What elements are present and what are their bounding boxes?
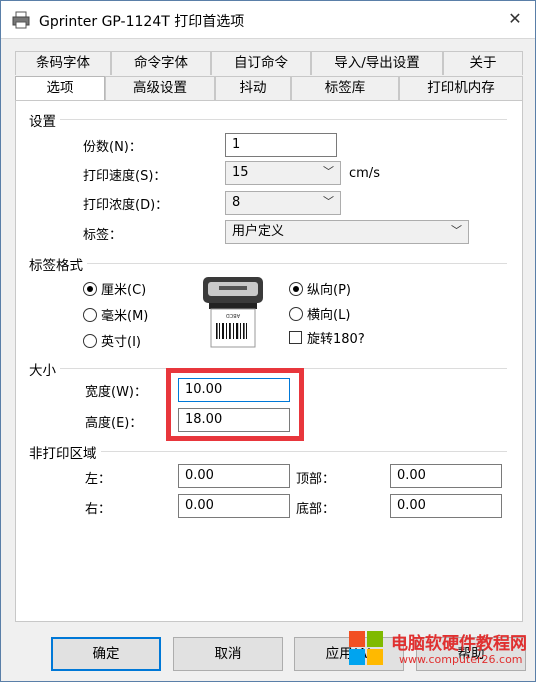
label-printer-preview-icon: ABCD (203, 277, 263, 348)
print-speed-select[interactable]: 15 ﹀ (225, 161, 341, 185)
label-type-label: 标签： (83, 228, 123, 243)
ok-button[interactable]: 确定 (51, 637, 161, 671)
print-speed-label: 打印速度(S)： (83, 169, 167, 184)
title-bar: Gprinter GP-1124T 打印首选项 ✕ (1, 1, 535, 39)
checkbox-indicator (289, 331, 302, 344)
left-margin-label: 左： (85, 472, 112, 487)
print-speed-value: 15 (232, 165, 249, 180)
tab-printer-memory[interactable]: 打印机内存 (399, 76, 523, 100)
speed-unit: cm/s (349, 166, 380, 181)
tab-barcode-font[interactable]: 条码字体 (15, 51, 111, 75)
label-format-group-title: 标签格式 (29, 254, 87, 274)
orientation-landscape-radio[interactable]: 横向(L) (289, 304, 350, 323)
chevron-down-icon: ﹀ (451, 224, 462, 237)
radio-indicator (83, 333, 97, 348)
tab-custom-command[interactable]: 自订命令 (211, 51, 311, 75)
cancel-button[interactable]: 取消 (173, 637, 283, 671)
unit-inch-radio[interactable]: 英寸(I) (83, 331, 141, 350)
label-type-value: 用户定义 (232, 224, 285, 239)
watermark-url: www.computer26.com (399, 653, 523, 666)
copies-label: 份数(N)： (83, 140, 142, 155)
tab-options[interactable]: 选项 (15, 76, 105, 100)
label-sample-text: ABCD (226, 312, 240, 318)
unit-mm-radio[interactable]: 毫米(M) (83, 305, 148, 324)
nonprint-group-title: 非打印区域 (29, 442, 101, 462)
label-type-select[interactable]: 用户定义 ﹀ (225, 220, 469, 244)
tab-dithering[interactable]: 抖动 (215, 76, 291, 100)
annotation-highlight-box (166, 368, 304, 441)
settings-group-title: 设置 (29, 110, 60, 130)
nonprint-group-divider (29, 451, 507, 452)
right-margin-input[interactable]: 0.00 (178, 494, 290, 518)
bottom-margin-label: 底部： (296, 502, 336, 517)
tab-command-font[interactable]: 命令字体 (111, 51, 211, 75)
tab-about[interactable]: 关于 (443, 51, 523, 75)
tab-advanced-settings[interactable]: 高级设置 (105, 76, 215, 100)
unit-cm-radio[interactable]: 厘米(C) (83, 279, 146, 298)
watermark-text: 电脑软硬件教程网 (391, 634, 527, 654)
tab-import-export[interactable]: 导入/导出设置 (311, 51, 443, 75)
rotate-180-checkbox[interactable]: 旋转180? (289, 328, 365, 347)
tab-row-bottom: 选项 高级设置 抖动 标签库 打印机内存 (15, 76, 523, 100)
orientation-portrait-radio[interactable]: 纵向(P) (289, 279, 351, 298)
window-title: Gprinter GP-1124T 打印首选项 (39, 14, 245, 30)
tab-row-top: 条码字体 命令字体 自订命令 导入/导出设置 关于 (15, 51, 523, 75)
tab-label-library[interactable]: 标签库 (291, 76, 399, 100)
radio-indicator (83, 307, 97, 322)
print-density-value: 8 (232, 195, 241, 210)
left-margin-input[interactable]: 0.00 (178, 464, 290, 488)
printer-icon (12, 11, 30, 29)
copies-input[interactable]: 1 (225, 133, 337, 157)
radio-selected-indicator (289, 281, 303, 296)
radio-selected-indicator (83, 281, 97, 296)
height-label: 高度(E)： (85, 416, 143, 431)
print-density-label: 打印浓度(D)： (83, 198, 169, 213)
watermark-logo-icon (349, 631, 383, 665)
radio-indicator (289, 306, 303, 321)
width-label: 宽度(W)： (85, 385, 147, 400)
bottom-margin-input[interactable]: 0.00 (390, 494, 502, 518)
print-density-select[interactable]: 8 ﹀ (225, 191, 341, 215)
size-group-title: 大小 (29, 359, 60, 379)
right-margin-label: 右： (85, 502, 112, 517)
chevron-down-icon: ﹀ (323, 165, 334, 178)
chevron-down-icon: ﹀ (323, 195, 334, 208)
top-margin-label: 顶部： (296, 472, 336, 487)
site-watermark: 电脑软硬件教程网 www.computer26.com (337, 621, 536, 682)
settings-group-divider (29, 119, 507, 120)
close-icon: ✕ (508, 9, 522, 28)
close-button[interactable]: ✕ (503, 7, 527, 31)
label-format-group-divider (29, 263, 507, 264)
top-margin-input[interactable]: 0.00 (390, 464, 502, 488)
printing-preferences-dialog: Gprinter GP-1124T 打印首选项 ✕ 条码字体 命令字体 自订命令… (0, 0, 536, 682)
